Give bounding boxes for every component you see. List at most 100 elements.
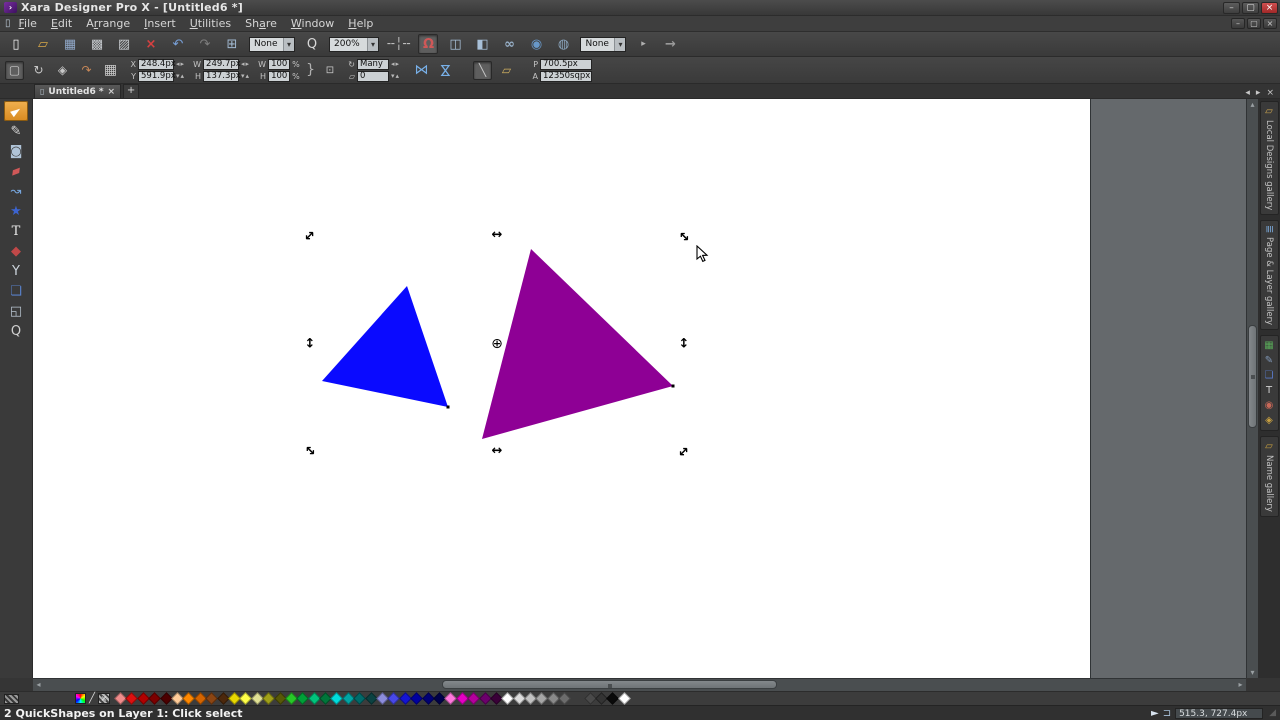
flip-horizontal-icon[interactable]: ⋈: [412, 61, 431, 80]
horizontal-scrollbar[interactable]: ◂ ▸: [33, 678, 1246, 691]
duplicate-icon[interactable]: ⊞: [222, 34, 242, 54]
minimize-button[interactable]: –: [1223, 2, 1240, 14]
y-spinner[interactable]: ▾▴: [176, 72, 185, 80]
nudge-size-icon[interactable]: ╌╎╌: [386, 34, 411, 54]
line-gallery-icon[interactable]: ✎: [1265, 354, 1273, 367]
tabbar-close-icon[interactable]: ×: [1266, 88, 1274, 98]
doc-minimize-button[interactable]: –: [1231, 18, 1245, 29]
feather-dropdown[interactable]: None▾: [249, 37, 295, 52]
scroll-right-icon[interactable]: ▸: [1235, 679, 1246, 691]
photo-tool[interactable]: ◙: [4, 141, 28, 161]
name-gallery-tab[interactable]: ▱Name gallery: [1260, 436, 1279, 517]
preset-dropdown-arrow-icon[interactable]: ▾: [614, 38, 625, 51]
snap-to-grid-icon[interactable]: ▦: [101, 61, 120, 80]
doc-close-button[interactable]: ×: [1263, 18, 1277, 29]
web-publish-icon[interactable]: ◍: [553, 34, 573, 54]
tab-scroll-right-icon[interactable]: ▸: [1256, 88, 1261, 98]
rotate-contents-icon[interactable]: ↷: [77, 61, 96, 80]
color-swatch[interactable]: [205, 692, 218, 705]
bitmap-gallery-icon[interactable]: ▦: [1264, 339, 1273, 352]
new-tab-button[interactable]: +: [123, 84, 139, 98]
shape-point-dot[interactable]: [672, 385, 675, 388]
freehand-tool[interactable]: ✎: [4, 121, 28, 141]
open-icon[interactable]: ▱: [33, 34, 53, 54]
tab-close-icon[interactable]: ×: [108, 87, 116, 97]
shape-editor-tool[interactable]: ↝: [4, 181, 28, 201]
zoom-tool[interactable]: Q: [4, 321, 28, 341]
color-swatch[interactable]: [618, 692, 631, 705]
hyperlink-icon[interactable]: ∞: [499, 34, 519, 54]
erase-tool[interactable]: ▰: [4, 161, 28, 181]
quickshape-tool[interactable]: ★: [4, 201, 28, 221]
scroll-down-icon[interactable]: ▾: [1247, 667, 1258, 678]
scroll-left-icon[interactable]: ◂: [33, 679, 44, 691]
x-position-field[interactable]: 248.4px: [138, 59, 174, 70]
paste-icon[interactable]: ▨: [114, 34, 134, 54]
color-swatch[interactable]: [262, 692, 275, 705]
clipart-gallery-icon[interactable]: ❏: [1265, 369, 1274, 382]
lock-aspect-icon[interactable]: ⊡: [323, 63, 337, 77]
close-button[interactable]: ×: [1261, 2, 1278, 14]
preset-dropdown[interactable]: None▾: [580, 37, 626, 52]
height-field[interactable]: 137.3px: [203, 71, 239, 82]
feather-dropdown-arrow-icon[interactable]: ▾: [283, 38, 294, 51]
page-preview-icon[interactable]: ◫: [445, 34, 465, 54]
maximize-button[interactable]: ▢: [1242, 2, 1259, 14]
new-icon[interactable]: ▯: [6, 34, 26, 54]
shape-point-dot[interactable]: [447, 406, 450, 409]
redo-icon[interactable]: ↷: [195, 34, 215, 54]
x-spinner[interactable]: ◂▸: [176, 60, 185, 68]
blue-triangle[interactable]: [322, 286, 448, 407]
show-bounds-handles-icon[interactable]: ▢: [5, 61, 24, 80]
text-tool[interactable]: T: [4, 221, 28, 241]
vertical-scroll-thumb[interactable]: [1248, 325, 1257, 428]
width-field[interactable]: 249.7px: [203, 59, 239, 70]
copy-icon[interactable]: ▩: [87, 34, 107, 54]
flip-vertical-icon[interactable]: ⋈: [436, 61, 455, 80]
menu-help[interactable]: Help: [348, 17, 373, 30]
resize-grip-icon[interactable]: ◢: [1269, 708, 1276, 718]
tag-icon[interactable]: ▱: [497, 61, 516, 80]
transparency-tool[interactable]: Y: [4, 261, 28, 281]
menu-utilities[interactable]: Utilities: [190, 17, 231, 30]
color-editor-icon[interactable]: [75, 693, 86, 704]
rotate-spinner[interactable]: ◂▸: [391, 60, 400, 68]
menu-edit[interactable]: Edit: [51, 17, 72, 30]
width-percent-field[interactable]: 100: [268, 59, 290, 70]
skew-spinner[interactable]: ▾▴: [391, 72, 400, 80]
zoom-tool-icon[interactable]: Q: [302, 34, 322, 54]
document-preview-icon[interactable]: ◧: [472, 34, 492, 54]
tab-scroll-left-icon[interactable]: ◂: [1245, 88, 1250, 98]
menu-window[interactable]: Window: [291, 17, 334, 30]
local-designs-gallery-tab[interactable]: ▱Local Designs gallery: [1260, 101, 1279, 215]
scale-line-widths-icon[interactable]: ╲: [473, 61, 492, 80]
height-spinner[interactable]: ▾▴: [241, 72, 250, 80]
page-layer-gallery-tab[interactable]: ≣Page & Layer gallery: [1260, 220, 1279, 329]
document-tab[interactable]: ▯ Untitled6 * ×: [34, 84, 121, 98]
color-swatch[interactable]: [558, 692, 571, 705]
delete-icon[interactable]: ×: [141, 34, 161, 54]
height-percent-field[interactable]: 100: [268, 71, 290, 82]
width-spinner[interactable]: ◂▸: [241, 60, 250, 68]
preset-dropdown-next-icon[interactable]: ▸: [633, 34, 653, 54]
menu-insert[interactable]: Insert: [144, 17, 176, 30]
fill-tool[interactable]: ◆: [4, 241, 28, 261]
y-position-field[interactable]: 591.9px: [138, 71, 174, 82]
color-gallery-icon[interactable]: ◉: [1265, 399, 1274, 412]
doc-restore-button[interactable]: ▢: [1247, 18, 1261, 29]
zoom-level-dropdown-arrow-icon[interactable]: ▾: [367, 38, 378, 51]
undo-icon[interactable]: ↶: [168, 34, 188, 54]
menu-arrange[interactable]: Arrange: [86, 17, 130, 30]
color-swatch[interactable]: [467, 692, 480, 705]
rotation-handles-icon[interactable]: ↻: [29, 61, 48, 80]
zoom-level-dropdown[interactable]: 200%▾: [329, 37, 379, 52]
vertical-scrollbar[interactable]: ▴ ▾: [1246, 99, 1258, 678]
fill-gallery-icon[interactable]: ◈: [1265, 414, 1273, 427]
forward-icon[interactable]: →: [660, 34, 680, 54]
eyedropper-icon[interactable]: ╱: [89, 693, 95, 704]
shadow-tool[interactable]: ❏: [4, 281, 28, 301]
rotate-field[interactable]: Many: [357, 59, 389, 70]
fill-handles-icon[interactable]: ◈: [53, 61, 72, 80]
no-color-swatch[interactable]: [4, 694, 19, 704]
purple-triangle[interactable]: [482, 249, 673, 439]
